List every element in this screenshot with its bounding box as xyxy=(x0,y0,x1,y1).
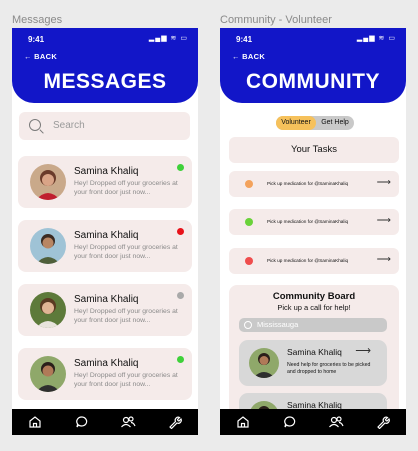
bottom-nav xyxy=(220,409,406,435)
home-icon[interactable] xyxy=(25,412,45,432)
arrow-right-icon[interactable]: ⟶ xyxy=(377,215,391,226)
request-text: Need help for groceries to be picked and… xyxy=(287,362,371,375)
bottom-nav xyxy=(12,409,198,435)
people-icon[interactable] xyxy=(118,412,138,432)
task-text: Pick up medication for @SaminaKhaliq xyxy=(267,181,349,186)
task-item[interactable]: Pick up medication for @SaminaKhaliq ⟶ xyxy=(229,171,399,197)
frame-label-community: Community - Volunteer xyxy=(220,14,332,26)
task-status-dot xyxy=(245,180,253,188)
page-title: MESSAGES xyxy=(43,70,167,93)
wrench-icon[interactable] xyxy=(373,412,393,432)
contact-name: Samina Khaliq xyxy=(74,166,139,177)
back-button[interactable]: ← BACK xyxy=(24,52,57,61)
message-preview: Hey! Dropped off your groceries at your … xyxy=(74,180,178,196)
community-screen: 9:41 ▂▄▆ ≋ ▭ ← BACK COMMUNITY Volunteer … xyxy=(220,28,406,435)
board-subtitle: Pick up a call for help! xyxy=(277,303,351,312)
avatar xyxy=(30,356,66,392)
avatar xyxy=(30,164,66,200)
contact-name: Samina Khaliq xyxy=(74,358,139,369)
arrow-right-icon[interactable]: ⟶ xyxy=(377,254,391,265)
toggle-get-help[interactable]: Get Help xyxy=(316,116,354,130)
chat-bubble-icon[interactable] xyxy=(72,412,92,432)
message-preview: Hey! Dropped off your groceries at your … xyxy=(74,308,178,324)
message-preview: Hey! Dropped off your groceries at your … xyxy=(74,244,178,260)
task-text: Pick up medication for @SaminaKhaliq xyxy=(267,219,349,224)
search-placeholder: Search xyxy=(53,120,85,131)
task-text: Pick up medication for @SaminaKhaliq xyxy=(267,258,349,263)
toggle-volunteer[interactable]: Volunteer xyxy=(276,116,316,130)
contact-name: Samina Khaliq xyxy=(74,294,139,305)
task-status-dot xyxy=(245,218,253,226)
status-time: 9:41 xyxy=(28,35,45,44)
contact-name: Samina Khaliq xyxy=(74,230,139,241)
frame-label-messages: Messages xyxy=(12,14,63,26)
location-search-input[interactable]: Mississauga xyxy=(239,318,387,332)
help-request-card[interactable]: Samina Khaliq ⟶ Need help for groceries … xyxy=(239,340,387,386)
community-header: 9:41 ▂▄▆ ≋ ▭ ← BACK COMMUNITY xyxy=(220,28,406,103)
arrow-right-icon[interactable]: ⟶ xyxy=(377,177,391,188)
status-time: 9:41 xyxy=(236,35,253,44)
people-icon[interactable] xyxy=(326,412,346,432)
task-item[interactable]: Pick up medication for @SaminaKhaliq ⟶ xyxy=(229,209,399,235)
avatar xyxy=(249,348,279,378)
status-dot xyxy=(177,292,184,299)
status-icons: ▂▄▆ ≋ ▭ xyxy=(356,35,396,42)
wrench-icon[interactable] xyxy=(165,412,185,432)
status-dot xyxy=(177,228,184,235)
board-title: Community Board xyxy=(272,291,356,302)
arrow-right-icon[interactable]: ⟶ xyxy=(355,344,371,357)
conversation-item[interactable]: Samina Khaliq Hey! Dropped off your groc… xyxy=(18,348,192,400)
conversation-item[interactable]: Samina Khaliq Hey! Dropped off your groc… xyxy=(18,156,192,208)
status-dot xyxy=(177,356,184,363)
requester-name: Samina Khaliq xyxy=(287,347,342,357)
message-preview: Hey! Dropped off your groceries at your … xyxy=(74,372,178,388)
chat-bubble-icon[interactable] xyxy=(280,412,300,432)
conversation-item[interactable]: Samina Khaliq Hey! Dropped off your groc… xyxy=(18,284,192,336)
task-item[interactable]: Pick up medication for @SaminaKhaliq ⟶ xyxy=(229,248,399,274)
your-tasks-header: Your Tasks xyxy=(229,137,399,163)
avatar xyxy=(30,228,66,264)
search-icon xyxy=(244,321,252,329)
page-title: COMMUNITY xyxy=(246,70,380,93)
location-search-value: Mississauga xyxy=(257,320,299,329)
messages-header: 9:41 ▂▄▆ ≋ ▭ ← BACK MESSAGES xyxy=(12,28,198,103)
search-icon xyxy=(29,119,41,131)
task-status-dot xyxy=(245,257,253,265)
search-input[interactable]: Search xyxy=(19,112,190,140)
messages-screen: 9:41 ▂▄▆ ≋ ▭ ← BACK MESSAGES Search Sami… xyxy=(12,28,198,435)
status-icons: ▂▄▆ ≋ ▭ xyxy=(148,35,188,42)
back-button[interactable]: ← BACK xyxy=(232,52,265,61)
home-icon[interactable] xyxy=(233,412,253,432)
role-toggle: Volunteer Get Help xyxy=(276,116,354,130)
avatar xyxy=(30,292,66,328)
status-dot xyxy=(177,164,184,171)
conversation-item[interactable]: Samina Khaliq Hey! Dropped off your groc… xyxy=(18,220,192,272)
